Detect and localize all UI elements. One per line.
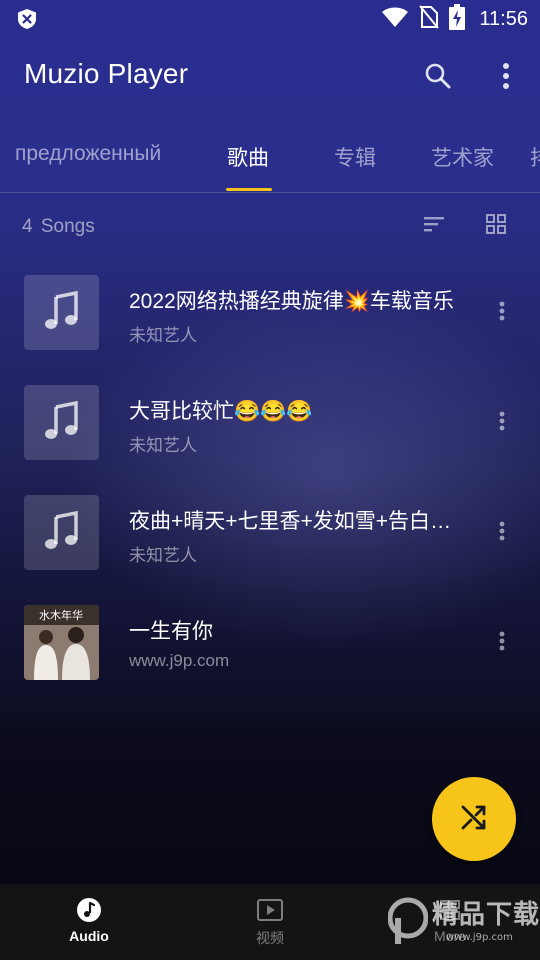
sort-icon (422, 215, 446, 237)
more-vert-icon (499, 411, 505, 435)
more-vert-icon (499, 631, 505, 655)
song-artwork (24, 275, 99, 350)
more-vert-icon (499, 301, 505, 325)
tab-suggested[interactable]: предложенный (15, 142, 161, 166)
app-screen: 11:56 Muzio Player предложенный 歌曲 专辑 艺术… (0, 0, 540, 960)
song-row[interactable]: 大哥比较忙😂😂😂 未知艺人 (0, 385, 540, 495)
song-title: 一生有你 (129, 620, 213, 643)
status-bar: 11:56 (0, 0, 540, 38)
no-sim-icon (419, 5, 440, 33)
song-row[interactable]: 2022网络热播经典旋律💥车载音乐 未知艺人 (0, 275, 540, 385)
watermark: 精品下载 www.j9p.com (388, 882, 540, 960)
watermark-url: www.j9p.com (446, 932, 513, 943)
song-row[interactable]: 水木年华 一生有你 www.j9p.com (0, 605, 540, 715)
shuffle-icon (459, 802, 489, 836)
overflow-menu-button[interactable] (490, 60, 522, 96)
music-note-circle-icon (75, 896, 103, 924)
song-artwork (24, 385, 99, 460)
tab-songs[interactable]: 歌曲 (227, 142, 269, 172)
more-vert-icon (502, 62, 510, 94)
songs-count: 4 Songs (22, 216, 95, 237)
music-note-icon (44, 290, 80, 335)
nav-video[interactable]: 视频 (210, 884, 330, 960)
tab-indicator (226, 188, 272, 191)
shield-x-icon (16, 8, 38, 30)
music-note-icon (44, 400, 80, 445)
status-time: 11:56 (479, 7, 528, 30)
song-artist: 未知艺人 (129, 436, 197, 455)
nav-label: 视频 (256, 930, 284, 946)
tab-artists[interactable]: 艺术家 (431, 142, 494, 172)
battery-charging-icon (449, 4, 466, 34)
search-icon (424, 62, 452, 94)
nav-label: Audio (69, 928, 109, 944)
album-cover-text: 水木年华 (39, 608, 83, 622)
sort-button[interactable] (420, 212, 448, 240)
grid-view-icon (485, 213, 507, 239)
song-menu-button[interactable] (492, 519, 512, 547)
song-menu-button[interactable] (492, 629, 512, 657)
nav-audio[interactable]: Audio (29, 884, 149, 960)
wifi-icon (381, 6, 409, 32)
music-note-icon (44, 510, 80, 555)
watermark-logo-icon (388, 897, 428, 944)
watermark-text: 精品下载 (432, 900, 540, 930)
tab-albums[interactable]: 专辑 (334, 142, 376, 172)
album-cover-photo: 水木年华 (24, 605, 99, 680)
tab-divider (0, 192, 540, 193)
more-vert-icon (499, 521, 505, 545)
tab-bar: предложенный 歌曲 专辑 艺术家 排 (0, 130, 540, 192)
song-title: 大哥比较忙😂😂😂 (129, 400, 313, 423)
tab-playlists[interactable]: 排 (530, 142, 540, 172)
shuffle-button[interactable] (432, 777, 516, 861)
song-artist: www.j9p.com (129, 651, 230, 670)
song-artwork (24, 495, 99, 570)
video-play-icon (256, 896, 284, 924)
song-title: 夜曲+晴天+七里香+发如雪+告白气球 (129, 510, 459, 533)
song-title: 2022网络热播经典旋律💥车载音乐 (129, 290, 454, 313)
song-artist: 未知艺人 (129, 326, 197, 345)
grid-view-button[interactable] (482, 212, 510, 240)
song-artist: 未知艺人 (129, 546, 197, 565)
song-row[interactable]: 夜曲+晴天+七里香+发如雪+告白气球 未知艺人 (0, 495, 540, 605)
song-menu-button[interactable] (492, 409, 512, 437)
app-title: Muzio Player (24, 58, 189, 89)
song-menu-button[interactable] (492, 299, 512, 327)
search-button[interactable] (420, 60, 456, 96)
